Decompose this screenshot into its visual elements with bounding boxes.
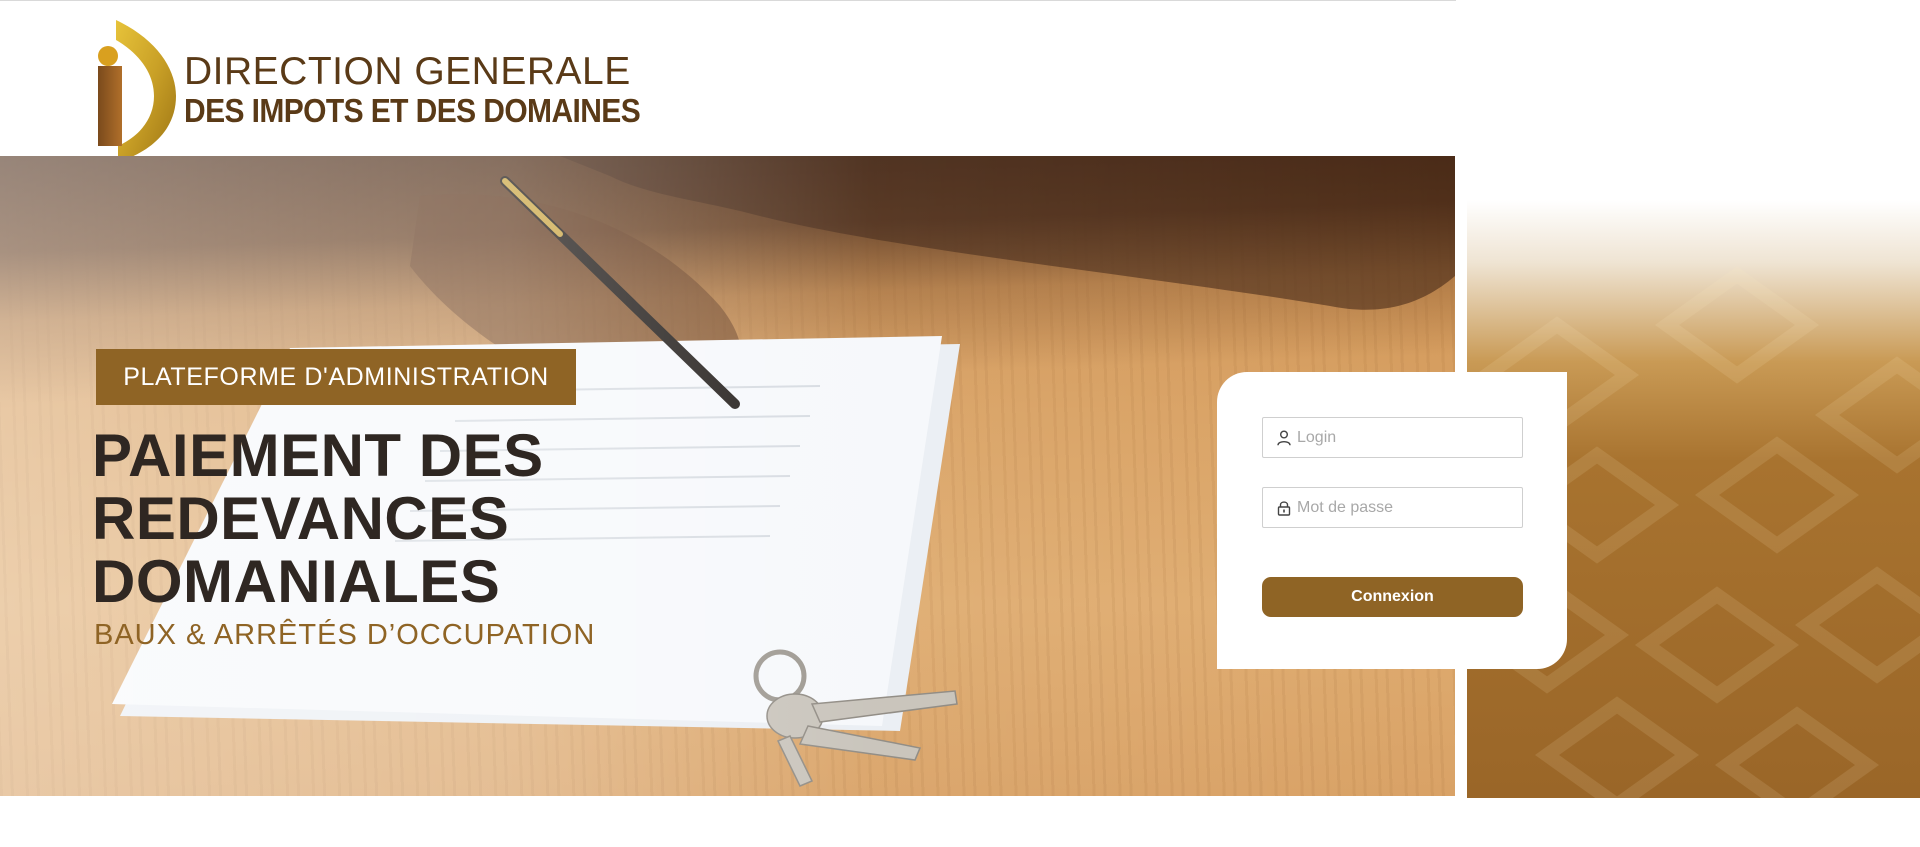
login-input[interactable] — [1297, 419, 1517, 456]
page-title-line: DOMANIALES — [92, 548, 501, 615]
user-icon — [1276, 429, 1292, 447]
login-card: Connexion — [1217, 372, 1567, 669]
page-subtitle: BAUX & ARRÊTÉS D’OCCUPATION — [94, 619, 596, 651]
login-field[interactable] — [1262, 417, 1523, 458]
brand-line-1: DIRECTION GENERALE — [184, 50, 631, 93]
password-input[interactable] — [1297, 489, 1517, 526]
brand-name: DIRECTION GENERALE DES IMPOTS ET DES DOM… — [184, 50, 641, 131]
login-page: DIRECTION GENERALE DES IMPOTS ET DES DOM… — [0, 0, 1920, 847]
dgid-logo-icon — [96, 18, 176, 164]
platform-badge: PLATEFORME D'ADMINISTRATION — [96, 349, 576, 405]
top-divider — [0, 0, 1456, 1]
brand-line-2: DES IMPOTS ET DES DOMAINES — [184, 93, 641, 131]
lock-icon — [1276, 499, 1292, 517]
password-field[interactable] — [1262, 487, 1523, 528]
page-title: PAIEMENT DES REDEVANCES DOMANIALES — [92, 424, 544, 613]
connexion-button[interactable]: Connexion — [1262, 577, 1523, 617]
page-title-line: REDEVANCES — [92, 485, 510, 552]
page-title-line: PAIEMENT DES — [92, 422, 544, 489]
